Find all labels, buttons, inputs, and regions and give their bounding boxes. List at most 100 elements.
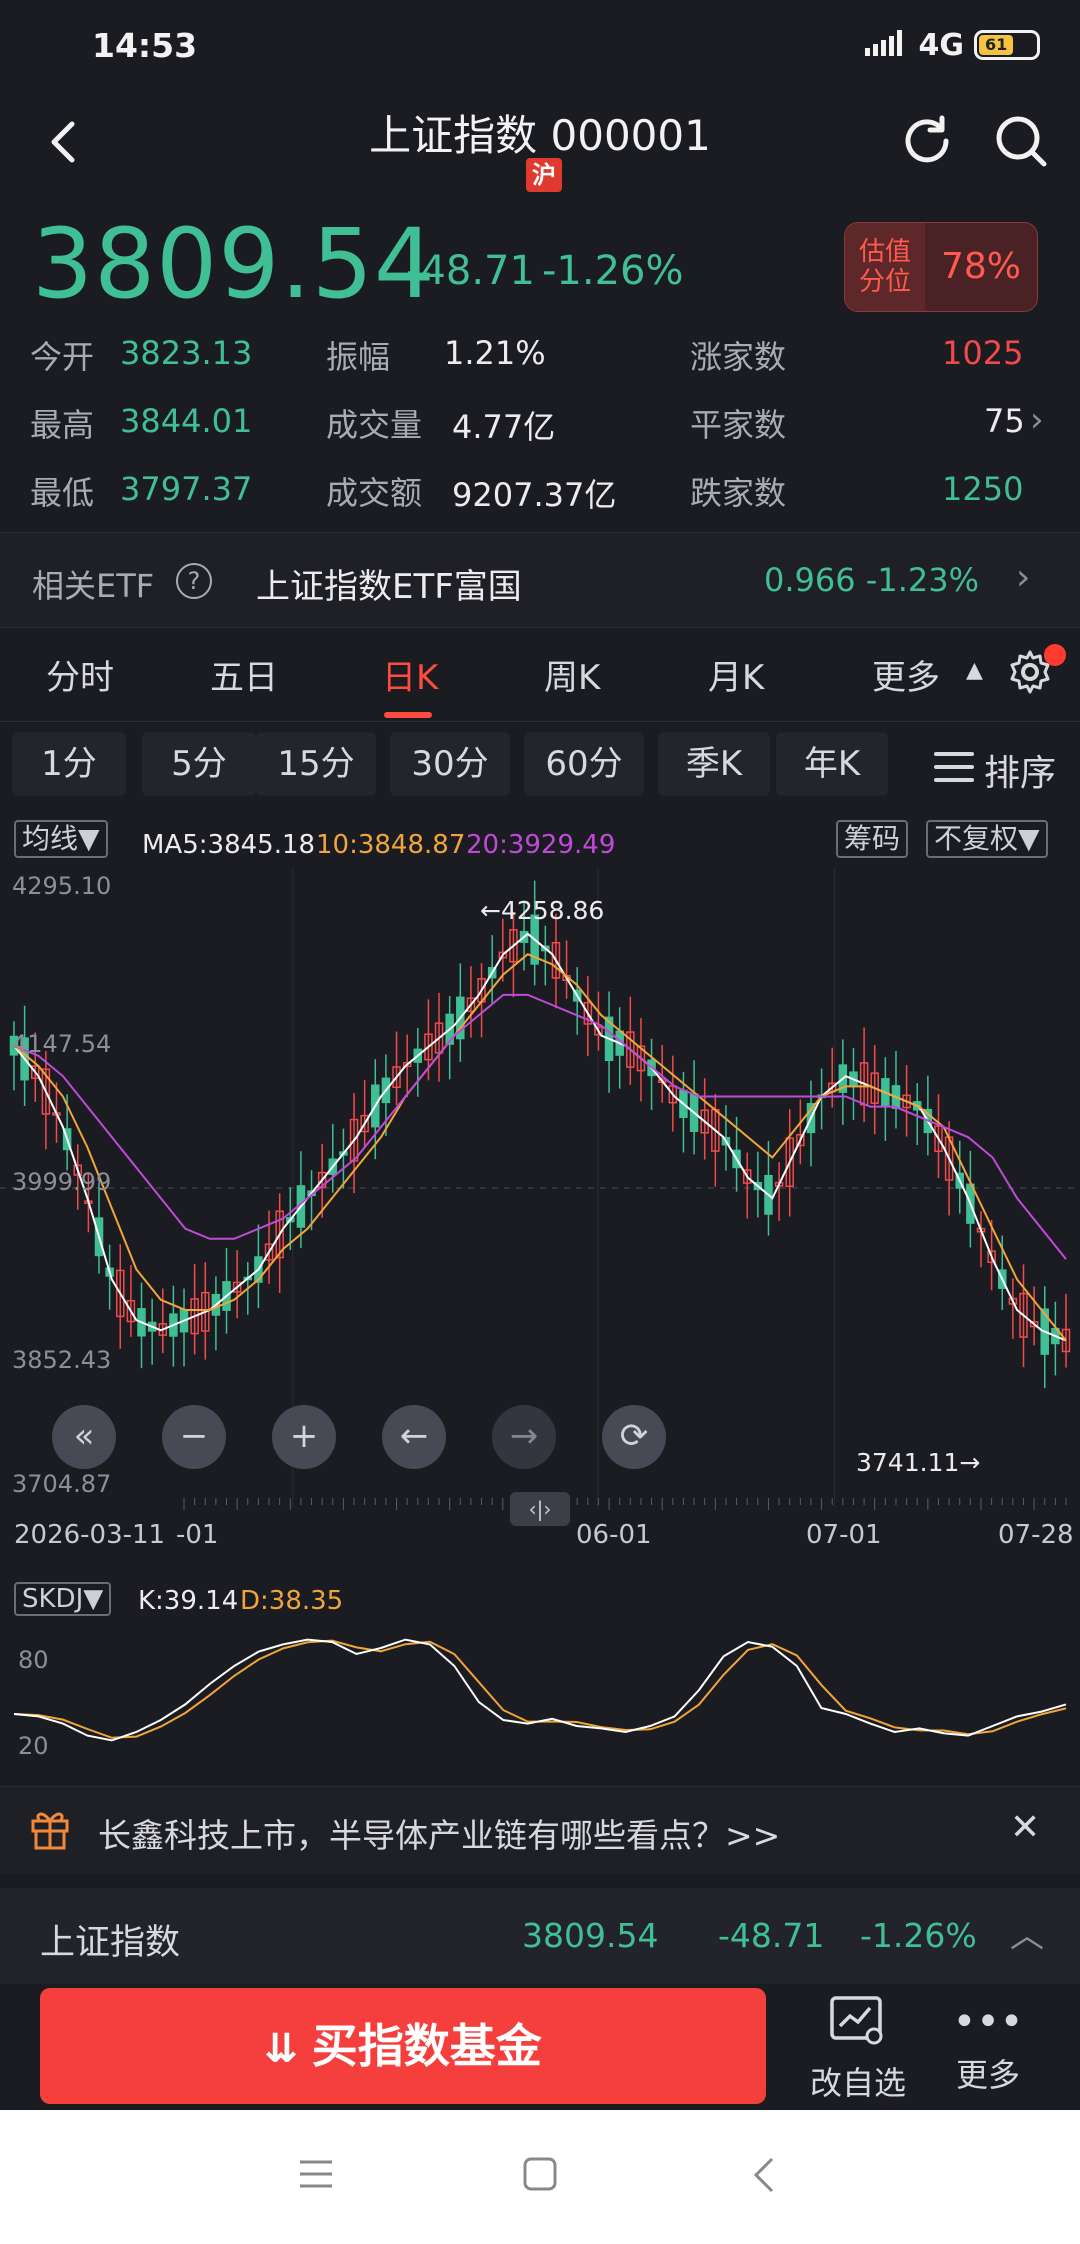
turnover-label: 成交额 — [326, 474, 423, 512]
zoom-out-fast-button[interactable]: « — [52, 1405, 116, 1469]
interval-15min[interactable]: 15分 — [256, 732, 376, 796]
etf-label: 相关ETF — [32, 567, 155, 605]
banner-text: 长鑫科技上市，半导体产业链有哪些看点？>> — [98, 1816, 781, 1855]
back-nav-icon[interactable] — [752, 2156, 776, 2198]
skdj-chart — [13, 1638, 1067, 1742]
zoom-in-button[interactable]: + — [272, 1405, 336, 1469]
unchanged-label: 平家数 — [690, 406, 787, 444]
skdj-d-value: D:38.35 — [240, 1586, 344, 1616]
chart-drag-handle[interactable]: ‹|› — [510, 1492, 570, 1526]
x-label-4: 07-01 — [806, 1520, 882, 1550]
active-tab-indicator — [384, 712, 432, 718]
amplitude-label: 振幅 — [326, 338, 391, 376]
max-annotation: ←4258.86 — [480, 896, 605, 925]
ma-line-10 — [13, 953, 1067, 1342]
open-label: 今开 — [30, 338, 95, 376]
decliners-label: 跌家数 — [690, 474, 787, 512]
bottom-change-percent: -1.26% — [860, 1916, 977, 1955]
amplitude-value: 1.21% — [444, 334, 546, 372]
volume-label: 成交量 — [326, 406, 423, 444]
tab-more[interactable]: 更多 — [872, 650, 940, 699]
buy-index-fund-button[interactable]: ⇊ 买指数基金 — [40, 1988, 766, 2104]
tab-monthly-k[interactable]: 月K — [708, 650, 764, 699]
unchanged-value: 75 — [984, 402, 1025, 440]
help-icon[interactable]: ? — [176, 563, 212, 599]
volume-value: 4.77亿 — [452, 408, 556, 446]
signal-icon — [864, 26, 909, 64]
bottom-index-name: 上证指数 — [40, 1923, 181, 1963]
notification-dot — [1044, 644, 1066, 666]
close-icon[interactable]: ✕ — [1010, 1807, 1040, 1848]
more-dots-icon: ••• — [952, 1999, 1024, 2045]
y-label-mid: 3999.99 — [12, 1168, 112, 1196]
ma10-legend: 10:3848.87 — [316, 830, 466, 860]
interval-60min[interactable]: 60分 — [524, 732, 644, 796]
menu-nav-icon[interactable] — [298, 2158, 334, 2194]
price-change: -48.71 — [406, 248, 535, 294]
sort-button[interactable]: 排序 — [984, 744, 1056, 796]
rotate-icon[interactable]: ⟳ — [602, 1405, 666, 1469]
action-bar: ⇊ 买指数基金 改自选 ••• 更多 — [0, 1984, 1080, 2110]
interval-5min[interactable]: 5分 — [142, 732, 256, 796]
skdj-select[interactable]: SKDJ▼ — [14, 1582, 112, 1616]
period-tabs: 分时 五日 日K 周K 月K 更多 ▲ — [0, 628, 1080, 722]
tab-timeshare[interactable]: 分时 — [46, 650, 114, 699]
low-label: 最低 — [30, 474, 95, 512]
status-bar: 14:53 4G 61 — [0, 0, 1080, 92]
valuation-percentile-button[interactable]: 估值 分位 78% — [844, 222, 1038, 312]
menu-icon[interactable] — [934, 750, 974, 788]
interval-quarter-k[interactable]: 季K — [658, 732, 770, 796]
chevron-right-icon[interactable]: › — [1030, 400, 1044, 440]
header: 上证指数 000001 沪 — [0, 92, 1080, 202]
x-label-start: 2026-03-11 — [14, 1520, 166, 1550]
y-label-2: 4147.54 — [12, 1030, 112, 1058]
etf-quote: 0.966 -1.23% — [764, 561, 979, 599]
buy-icon: ⇊ — [264, 2026, 312, 2072]
search-icon — [996, 116, 1047, 167]
y-label-top: 4295.10 — [12, 872, 112, 900]
caret-up-icon: ▲ — [966, 658, 983, 683]
indicator-select[interactable]: 均线▼ — [14, 820, 108, 858]
system-nav-bar — [0, 2110, 1080, 2244]
refresh-icon — [905, 115, 949, 163]
home-nav-icon[interactable] — [522, 2156, 558, 2196]
chevron-up-icon[interactable]: ︿ — [1010, 1908, 1044, 1957]
tab-five-day[interactable]: 五日 — [210, 650, 278, 699]
bottom-quote-bar[interactable]: 上证指数 3809.54 -48.71 -1.26% ︿ — [0, 1888, 1080, 1984]
scroll-left-button[interactable]: ← — [382, 1405, 446, 1469]
turnover-value: 9207.37亿 — [452, 476, 617, 514]
related-etf-row[interactable]: 相关ETF ? 上证指数ETF富国 0.966 -1.23% › — [0, 532, 1080, 628]
news-banner[interactable]: 长鑫科技上市，半导体产业链有哪些看点？>> ✕ — [0, 1786, 1080, 1874]
interval-1min[interactable]: 1分 — [12, 732, 126, 796]
chip-distribution-button[interactable]: 筹码 — [836, 820, 909, 858]
watchlist-chart-icon — [830, 1996, 883, 2045]
edit-watchlist-button[interactable]: 改自选 — [798, 1994, 918, 2104]
open-value: 3823.13 — [120, 334, 253, 372]
search-button[interactable] — [990, 110, 1052, 172]
zoom-out-button[interactable]: − — [162, 1405, 226, 1469]
skdj-k-value: K:39.14 — [138, 1586, 239, 1616]
adjustment-select[interactable]: 不复权▼ — [926, 820, 1048, 858]
network-type: 4G — [918, 27, 965, 63]
tab-daily-k[interactable]: 日K — [382, 650, 438, 699]
chevron-right-icon: › — [1016, 557, 1031, 598]
decliners-value: 1250 — [942, 470, 1024, 508]
bottom-change: -48.71 — [718, 1916, 825, 1955]
skdj-d-line — [13, 1639, 1067, 1739]
more-button[interactable]: ••• 更多 — [928, 1994, 1048, 2096]
interval-year-k[interactable]: 年K — [776, 732, 888, 796]
skdj-k-line — [13, 1638, 1067, 1742]
scroll-right-button[interactable]: → — [492, 1405, 556, 1469]
valuation-label: 估值 分位 — [845, 223, 925, 311]
refresh-button[interactable] — [896, 110, 958, 172]
current-price: 3809.54 — [32, 208, 436, 320]
market-badge: 沪 — [526, 158, 562, 192]
x-label-end: 07-28 — [998, 1520, 1074, 1550]
tab-weekly-k[interactable]: 周K — [544, 650, 600, 699]
min-annotation: 3741.11→ — [856, 1448, 981, 1477]
gift-icon — [30, 1807, 70, 1855]
status-time: 14:53 — [92, 26, 198, 65]
ma20-legend: 20:3929.49 — [466, 830, 616, 860]
interval-30min[interactable]: 30分 — [390, 732, 510, 796]
valuation-value: 78% — [940, 246, 1021, 287]
